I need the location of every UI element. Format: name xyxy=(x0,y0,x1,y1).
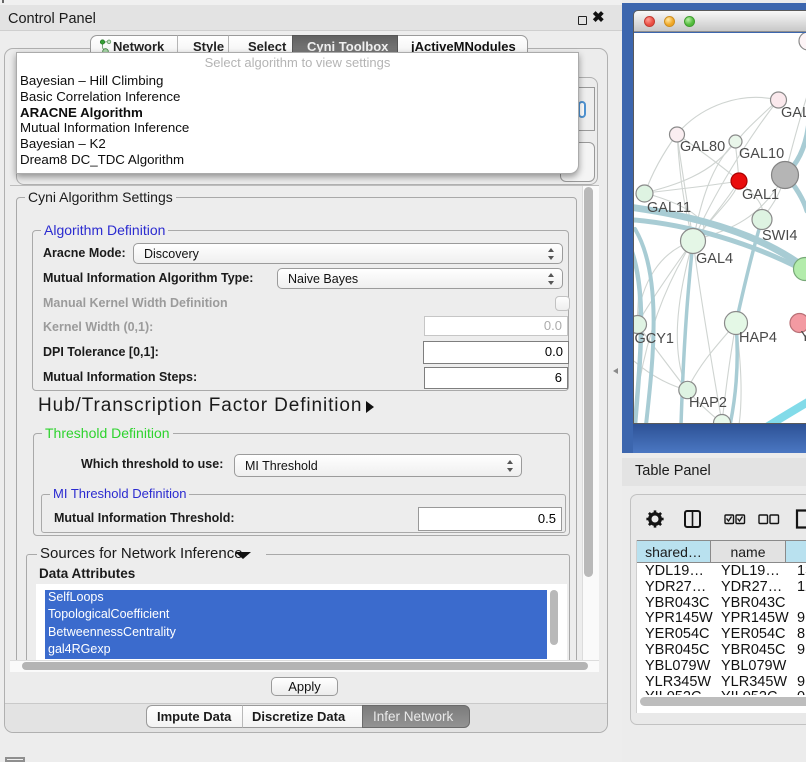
svg-text:GAL10: GAL10 xyxy=(739,146,784,162)
svg-text:GAL4: GAL4 xyxy=(696,251,733,267)
svg-text:GAL11: GAL11 xyxy=(647,200,691,216)
svg-text:SWI4: SWI4 xyxy=(762,228,797,244)
svg-text:GAL2: GAL2 xyxy=(781,105,806,121)
svg-text:GAL80: GAL80 xyxy=(680,139,725,155)
svg-text:GAL1: GAL1 xyxy=(742,187,779,203)
svg-text:HAP2: HAP2 xyxy=(689,395,727,411)
svg-text:HAP4: HAP4 xyxy=(739,330,777,346)
svg-text:GCY1: GCY1 xyxy=(635,331,675,347)
svg-text:Y: Y xyxy=(801,329,806,345)
